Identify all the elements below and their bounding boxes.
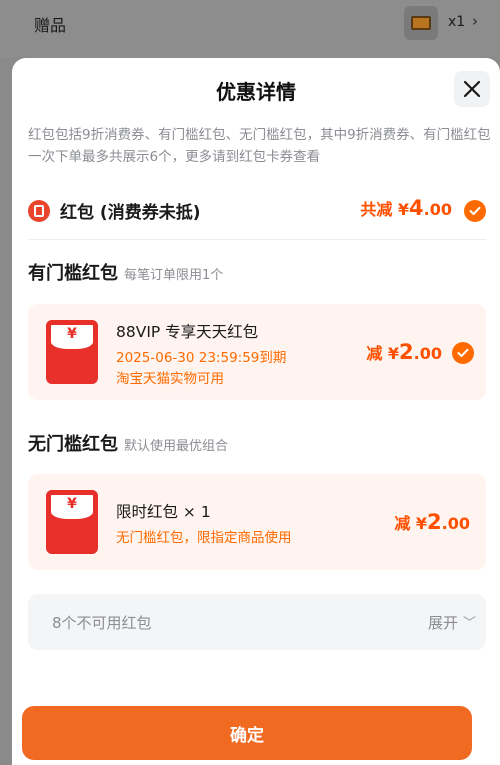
sheet-title: 优惠详情 [216, 80, 296, 104]
coupon-title: 限时红包 × 1 [116, 503, 211, 521]
no-threshold-section-subtitle: 默认使用最优组合 [124, 439, 229, 454]
threshold-section-header: 有门槛红包 每笔订单限用1个 [28, 259, 223, 285]
summary-label: 红包 (消费券未抵) [60, 203, 201, 223]
coupon-scope: 淘宝天猫实物可用 [116, 371, 224, 387]
divider [28, 239, 486, 240]
gift-quantity: x1 [448, 14, 466, 30]
threshold-section-subtitle: 每笔订单限用1个 [124, 268, 224, 283]
red-envelope-icon: ¥ [46, 490, 98, 554]
unavailable-label: 8个不可用红包 [52, 614, 152, 632]
confirm-button[interactable]: 确定 [22, 706, 472, 760]
threshold-section-title: 有门槛红包 [28, 263, 118, 284]
red-packet-notice: 红包包括9折消费券、有门槛红包、无门槛红包，其中9折消费券、有门槛红包一次下单最… [28, 127, 491, 165]
no-threshold-section-header: 无门槛红包 默认使用最优组合 [28, 430, 228, 456]
chevron-down-icon: ﹀ [462, 616, 476, 631]
coupon-check-icon[interactable] [452, 342, 474, 364]
unavailable-red-packets-row[interactable]: 8个不可用红包 展开 ﹀ [28, 594, 486, 650]
close-icon [463, 80, 481, 98]
gift-row-label: 赠品 [34, 16, 67, 35]
coupon-desc: 无门槛红包，限指定商品使用 [116, 530, 292, 546]
coupon-title: 88VIP 专享天天红包 [116, 323, 259, 341]
summary-check-icon[interactable] [464, 200, 486, 222]
expand-button[interactable]: 展开 [428, 612, 458, 633]
coupon-amount: 减 ¥2.00 [394, 510, 470, 534]
red-packet-icon [28, 200, 50, 222]
coupon-expiry: 2025-06-30 23:59:59到期 [116, 350, 287, 366]
close-button[interactable] [454, 71, 490, 107]
background-gift-row: 赠品 x1 › [0, 0, 500, 58]
vip-coupon-card[interactable]: ¥ 88VIP 专享天天红包 2025-06-30 23:59:59到期 淘宝天… [28, 304, 486, 400]
summary-total: 共减 ¥4.00 [360, 196, 452, 220]
gift-thumbnail-icon [404, 6, 438, 40]
red-packet-summary[interactable]: 红包 (消费券未抵) 共减 ¥4.00 [28, 194, 486, 228]
chevron-right-icon: › [472, 12, 478, 30]
discount-detail-sheet: 优惠详情 红包包括9折消费券、有门槛红包、无门槛红包，其中9折消费券、有门槛红包… [12, 58, 500, 765]
no-threshold-section-title: 无门槛红包 [28, 434, 118, 455]
red-envelope-icon: ¥ [46, 320, 98, 384]
limited-coupon-card[interactable]: ¥ 限时红包 × 1 无门槛红包，限指定商品使用 减 ¥2.00 [28, 474, 486, 570]
coupon-amount: 减 ¥2.00 [366, 340, 442, 364]
